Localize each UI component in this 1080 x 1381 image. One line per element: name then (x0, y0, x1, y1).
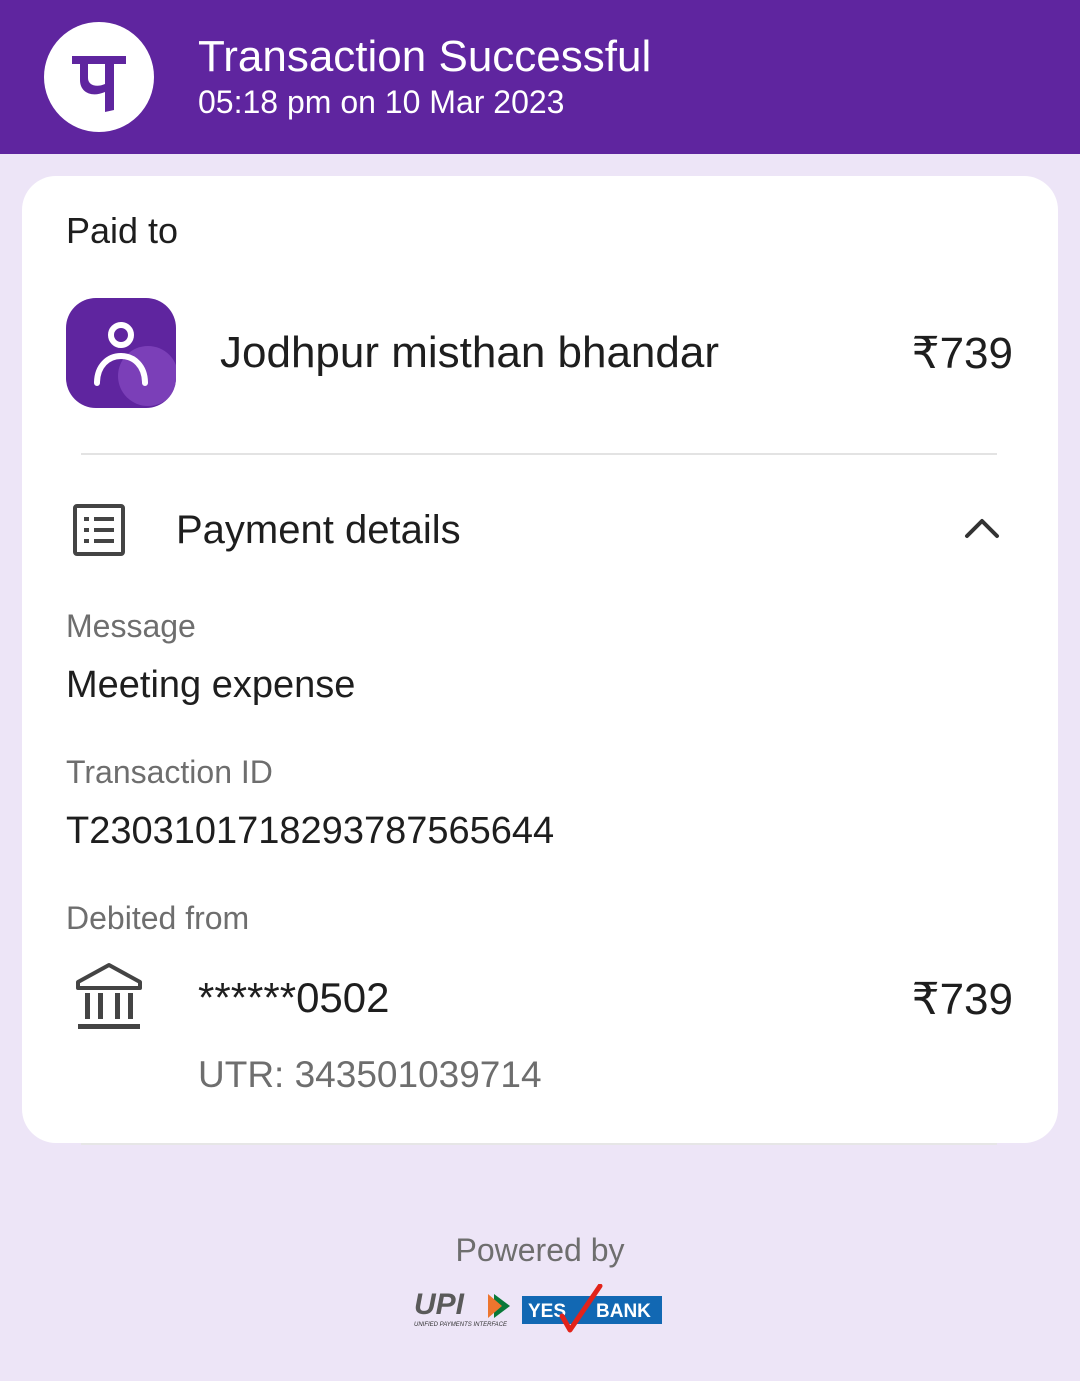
divider (81, 453, 997, 455)
powered-by-label: Powered by (455, 1232, 625, 1268)
message-label: Message (66, 608, 196, 644)
phonepe-logo-icon (44, 22, 154, 132)
transaction-id-value[interactable]: T2303101718293787565644 (66, 810, 554, 853)
debit-amount: ₹739 (911, 975, 1013, 1024)
upi-logo: UPI UNIFIED PAYMENTS INTERFACE (412, 1288, 516, 1335)
payee-name: Jodhpur misthan bhandar (220, 328, 719, 377)
svg-text:YES: YES (528, 1301, 566, 1322)
payment-details-toggle[interactable]: Payment details (176, 508, 461, 553)
utr-number[interactable]: UTR: 343501039714 (198, 1054, 542, 1096)
receipt-list-icon (72, 503, 126, 562)
svg-text:UNIFIED PAYMENTS INTERFACE: UNIFIED PAYMENTS INTERFACE (414, 1322, 508, 1328)
chevron-up-icon[interactable] (964, 516, 1000, 545)
svg-text:BANK: BANK (596, 1301, 651, 1322)
person-icon (66, 298, 176, 408)
transaction-status-title: Transaction Successful (198, 32, 652, 81)
debit-account-number: ******0502 (198, 974, 390, 1021)
bank-icon (74, 962, 144, 1037)
payee-amount: ₹739 (911, 329, 1013, 378)
transaction-datetime: 05:18 pm on 10 Mar 2023 (198, 84, 565, 120)
paid-to-label: Paid to (66, 210, 179, 251)
transaction-card: Paid to Jodhpur misthan bhandar ₹739 Pay… (22, 176, 1058, 1143)
divider (81, 1143, 997, 1145)
transaction-header: Transaction Successful 05:18 pm on 10 Ma… (0, 0, 1080, 154)
debited-from-label: Debited from (66, 900, 250, 936)
svg-text:UPI: UPI (414, 1288, 465, 1321)
yes-bank-logo: YES BANK (520, 1283, 664, 1341)
message-value: Meeting expense (66, 664, 356, 706)
transaction-id-label: Transaction ID (66, 754, 273, 790)
